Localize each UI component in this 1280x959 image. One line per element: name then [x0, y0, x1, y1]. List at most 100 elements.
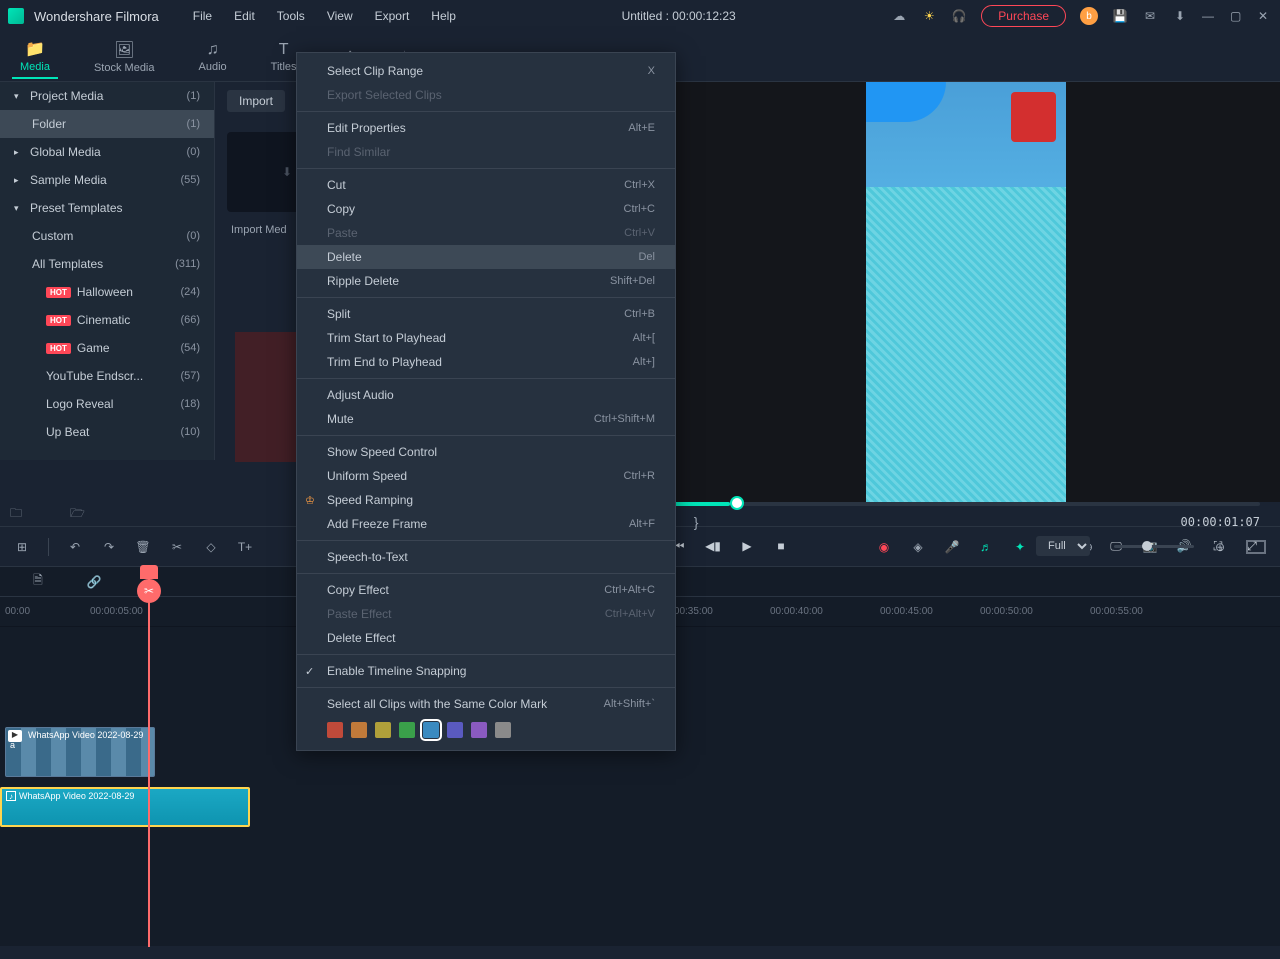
- title-icons: ☁ ☀ 🎧 Purchase b 💾 ✉ ⬇ — ▢ ✕: [891, 5, 1272, 27]
- preview-canvas[interactable]: [651, 82, 1280, 502]
- quality-select[interactable]: Full: [1036, 536, 1090, 556]
- sidebar-item-logo-reveal[interactable]: Logo Reveal(18): [0, 390, 214, 418]
- audio-clip[interactable]: ♪WhatsApp Video 2022-08-29: [0, 787, 250, 827]
- split-icon[interactable]: ✂: [169, 539, 185, 555]
- ctx-trim-end-to-playhead[interactable]: Trim End to PlayheadAlt+]: [297, 350, 675, 374]
- menu-tools[interactable]: Tools: [267, 5, 315, 27]
- chain-icon[interactable]: 🔗: [86, 574, 102, 590]
- sidebar-item-youtube-endscr---[interactable]: YouTube Endscr...(57): [0, 362, 214, 390]
- avatar[interactable]: b: [1080, 7, 1098, 25]
- stop-icon[interactable]: ■: [773, 538, 789, 554]
- cloud-icon[interactable]: ☁: [891, 8, 907, 24]
- ctx-select-clip-range[interactable]: Select Clip RangeX: [297, 59, 675, 83]
- tab-stock-media[interactable]: 🖼Stock Media: [86, 36, 163, 78]
- playhead[interactable]: ✂: [148, 567, 150, 947]
- color-swatch[interactable]: [495, 722, 511, 738]
- link-toggle-icon[interactable]: 🗎: [30, 574, 46, 590]
- ctx-enable-timeline-snapping[interactable]: ✓Enable Timeline Snapping: [297, 659, 675, 683]
- popout-icon[interactable]: ⛶: [1210, 538, 1226, 554]
- ruler-tick: 00:00:50:00: [980, 606, 1033, 617]
- idea-icon[interactable]: ☀: [921, 8, 937, 24]
- color-swatch[interactable]: [471, 722, 487, 738]
- sidebar-item-cinematic[interactable]: HOTCinematic(66): [0, 306, 214, 334]
- ruler-tick: 00:00:55:00: [1090, 606, 1143, 617]
- delete-icon[interactable]: 🗑: [135, 539, 151, 555]
- ctx-split[interactable]: SplitCtrl+B: [297, 302, 675, 326]
- menu-view[interactable]: View: [317, 5, 363, 27]
- ctx-speed-ramping[interactable]: ♔Speed Ramping: [297, 488, 675, 512]
- ctx-select-all-clips-with-the-same-color-mark[interactable]: Select all Clips with the Same Color Mar…: [297, 692, 675, 716]
- color-swatch[interactable]: [375, 722, 391, 738]
- preview-timecode: 00:00:01:07: [1181, 515, 1260, 529]
- mail-icon[interactable]: ✉: [1142, 8, 1158, 24]
- ctx-adjust-audio[interactable]: Adjust Audio: [297, 383, 675, 407]
- ctx-uniform-speed[interactable]: Uniform SpeedCtrl+R: [297, 464, 675, 488]
- ctx-ripple-delete[interactable]: Ripple DeleteShift+Del: [297, 269, 675, 293]
- color-mark-row: [297, 716, 675, 744]
- ctx-show-speed-control[interactable]: Show Speed Control: [297, 440, 675, 464]
- ctx-paste-effect: Paste EffectCtrl+Alt+V: [297, 602, 675, 626]
- ctx-trim-start-to-playhead[interactable]: Trim Start to PlayheadAlt+[: [297, 326, 675, 350]
- sidebar-item-project-media[interactable]: ▾Project Media(1): [0, 82, 214, 110]
- sidebar-item-preset-templates[interactable]: ▾Preset Templates: [0, 194, 214, 222]
- purchase-button[interactable]: Purchase: [981, 5, 1066, 27]
- ruler-tick: 00:00:40:00: [770, 606, 823, 617]
- ctx-add-freeze-frame[interactable]: Add Freeze FrameAlt+F: [297, 512, 675, 536]
- sidebar-item-custom[interactable]: Custom(0): [0, 222, 214, 250]
- video-clip[interactable]: ▶ WhatsApp Video 2022-08-29 a: [5, 727, 155, 777]
- headset-icon[interactable]: 🎧: [951, 8, 967, 24]
- sidebar: ▾Project Media(1)Folder(1)▸Global Media(…: [0, 82, 215, 460]
- minimize-icon[interactable]: —: [1202, 9, 1216, 23]
- redo-icon[interactable]: ↷: [101, 539, 117, 555]
- download-icon[interactable]: ⬇: [1172, 8, 1188, 24]
- tab-media[interactable]: 📁Media: [12, 35, 58, 79]
- sidebar-item-sample-media[interactable]: ▸Sample Media(55): [0, 166, 214, 194]
- scissors-icon[interactable]: ✂: [137, 579, 161, 603]
- text-icon[interactable]: T+: [237, 539, 253, 555]
- ctx-delete-effect[interactable]: Delete Effect: [297, 626, 675, 650]
- menu-help[interactable]: Help: [421, 5, 466, 27]
- folder-plus-icon[interactable]: 🗁: [70, 504, 90, 524]
- tab-audio[interactable]: ♫Audio: [191, 37, 235, 77]
- ctx-speech-to-text[interactable]: Speech-to-Text: [297, 545, 675, 569]
- play-icon[interactable]: ▶: [739, 538, 755, 554]
- ctx-export-selected-clips: Export Selected Clips: [297, 83, 675, 107]
- zoom-slider[interactable]: [1114, 545, 1194, 548]
- ctx-delete[interactable]: DeleteDel: [297, 245, 675, 269]
- import-tab[interactable]: Import: [227, 90, 285, 112]
- sidebar-item-game[interactable]: HOTGame(54): [0, 334, 214, 362]
- sidebar-item-folder[interactable]: Folder(1): [0, 110, 214, 138]
- new-folder-icon[interactable]: 🗀: [10, 504, 30, 524]
- color-swatch[interactable]: [423, 722, 439, 738]
- close-icon[interactable]: ✕: [1258, 9, 1272, 23]
- scrubber[interactable]: [671, 502, 1260, 506]
- menubar: FileEditToolsViewExportHelp: [183, 5, 466, 27]
- mark-out-icon[interactable]: }: [694, 514, 699, 530]
- maximize-icon[interactable]: ▢: [1230, 9, 1244, 23]
- ctx-copy[interactable]: CopyCtrl+C: [297, 197, 675, 221]
- step-back-icon[interactable]: ◀▮: [705, 538, 721, 554]
- save-icon[interactable]: 💾: [1112, 8, 1128, 24]
- menu-export[interactable]: Export: [365, 5, 420, 27]
- sidebar-item-global-media[interactable]: ▸Global Media(0): [0, 138, 214, 166]
- sidebar-item-halloween[interactable]: HOTHalloween(24): [0, 278, 214, 306]
- ctx-edit-properties[interactable]: Edit PropertiesAlt+E: [297, 116, 675, 140]
- menu-file[interactable]: File: [183, 5, 222, 27]
- tag-icon[interactable]: ◇: [203, 539, 219, 555]
- sidebar-item-all-templates[interactable]: All Templates(311): [0, 250, 214, 278]
- ctx-copy-effect[interactable]: Copy EffectCtrl+Alt+C: [297, 578, 675, 602]
- document-title: Untitled : 00:00:12:23: [470, 9, 887, 23]
- scrubber-thumb[interactable]: [730, 496, 744, 510]
- color-swatch[interactable]: [351, 722, 367, 738]
- fullscreen-icon[interactable]: ⤢: [1244, 538, 1260, 554]
- context-menu: Select Clip RangeXExport Selected Clips E…: [296, 52, 676, 751]
- color-swatch[interactable]: [447, 722, 463, 738]
- add-track-icon[interactable]: ⊞: [14, 539, 30, 555]
- sidebar-item-up-beat[interactable]: Up Beat(10): [0, 418, 214, 446]
- ctx-cut[interactable]: CutCtrl+X: [297, 173, 675, 197]
- undo-icon[interactable]: ↶: [67, 539, 83, 555]
- color-swatch[interactable]: [327, 722, 343, 738]
- menu-edit[interactable]: Edit: [224, 5, 265, 27]
- color-swatch[interactable]: [399, 722, 415, 738]
- ctx-mute[interactable]: MuteCtrl+Shift+M: [297, 407, 675, 431]
